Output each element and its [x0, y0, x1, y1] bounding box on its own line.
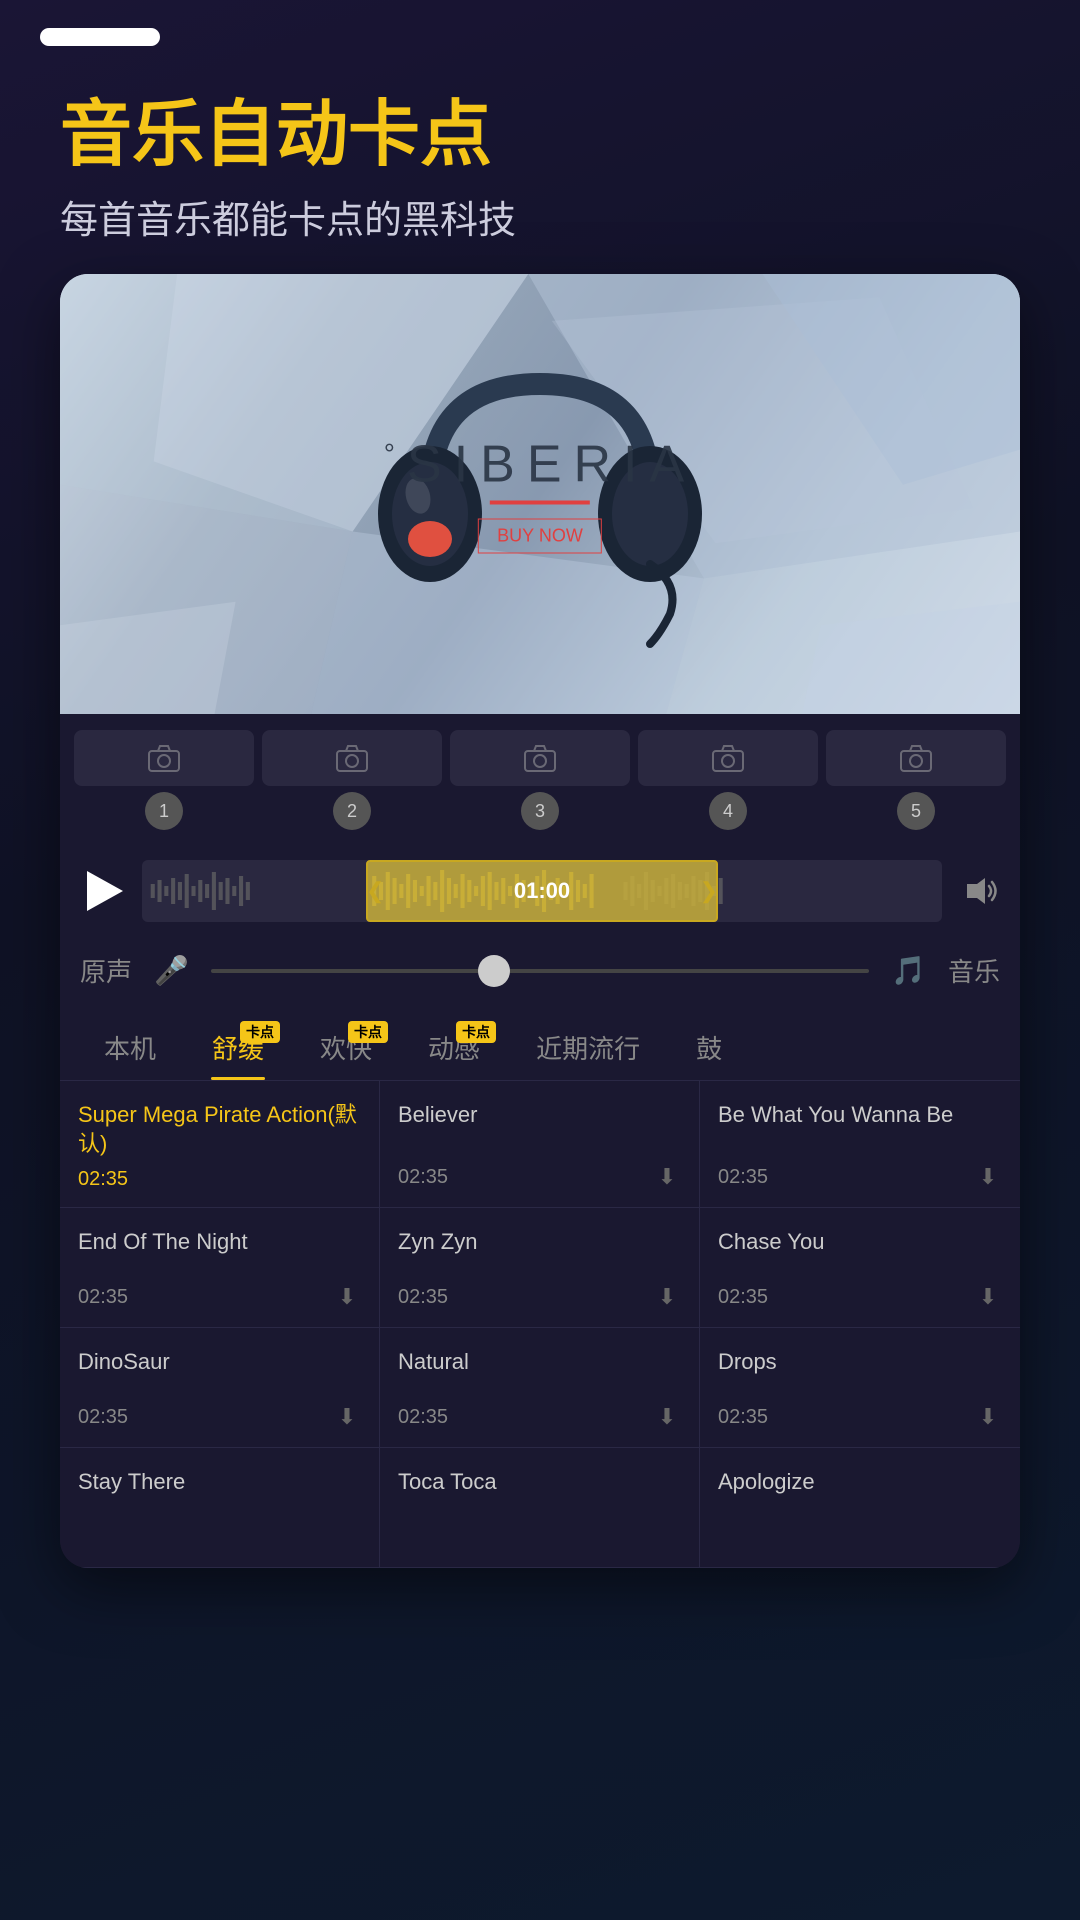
thumb-item-3[interactable]: 3	[450, 730, 630, 830]
song-cell-2[interactable]: Believer 02:35 ⬇	[380, 1081, 700, 1208]
tab-badge-gentle: 卡点	[240, 1021, 280, 1043]
tab-happy[interactable]: 欢快 卡点	[292, 1019, 400, 1080]
slider-thumb[interactable]	[478, 955, 510, 987]
tabs-row: 本机 舒缓 卡点 欢快 卡点 动感 卡点 近期流行 鼓	[60, 1005, 1020, 1081]
thumb-item-4[interactable]: 4	[638, 730, 818, 830]
song-meta-4: 02:35 ⬇	[78, 1283, 361, 1311]
song-cell-8[interactable]: Natural 02:35 ⬇	[380, 1328, 700, 1448]
thumb-num-4: 4	[709, 792, 747, 830]
download-icon-7[interactable]: ⬇	[333, 1403, 361, 1431]
sub-title: 每首音乐都能卡点的黑科技	[60, 189, 1020, 244]
mic-icon: 🎤	[154, 954, 189, 987]
song-cell-10[interactable]: Stay There	[60, 1448, 380, 1568]
song-name-7: DinoSaur	[78, 1348, 361, 1393]
tab-dynamic[interactable]: 动感 卡点	[400, 1019, 508, 1080]
song-cell-9[interactable]: Drops 02:35 ⬇	[700, 1328, 1020, 1448]
thumbnails-row: 1 2 3	[60, 714, 1020, 846]
tab-drum[interactable]: 鼓	[668, 1019, 750, 1080]
song-name-8: Natural	[398, 1348, 681, 1393]
note-icon: 🎵	[891, 954, 926, 987]
song-name-11: Toca Toca	[398, 1468, 681, 1541]
song-meta-6: 02:35 ⬇	[718, 1283, 1002, 1311]
song-cell-1[interactable]: Super Mega Pirate Action(默认) 02:35	[60, 1081, 380, 1208]
song-meta-2: 02:35 ⬇	[398, 1163, 681, 1191]
play-icon	[87, 871, 123, 911]
volume-button[interactable]	[956, 867, 1004, 915]
song-name-5: Zyn Zyn	[398, 1228, 681, 1273]
waveform-selection[interactable]: 01:00	[366, 860, 718, 922]
song-cell-12[interactable]: Apologize	[700, 1448, 1020, 1568]
tab-recent[interactable]: 近期流行	[508, 1019, 668, 1080]
song-meta-1: 02:35	[78, 1168, 361, 1191]
song-name-12: Apologize	[718, 1468, 1002, 1541]
music-label: 音乐	[948, 952, 1000, 989]
song-duration-8: 02:35	[398, 1406, 448, 1429]
song-meta-8: 02:35 ⬇	[398, 1403, 681, 1431]
song-meta-5: 02:35 ⬇	[398, 1283, 681, 1311]
tab-local[interactable]: 本机	[76, 1019, 184, 1080]
status-bar	[0, 0, 1080, 56]
buy-now-button[interactable]: BUY NOW	[478, 519, 602, 554]
song-duration-5: 02:35	[398, 1286, 448, 1309]
song-duration-4: 02:35	[78, 1286, 128, 1309]
song-cell-3[interactable]: Be What You Wanna Be 02:35 ⬇	[700, 1081, 1020, 1208]
download-icon-6[interactable]: ⬇	[974, 1283, 1002, 1311]
song-name-3: Be What You Wanna Be	[718, 1101, 1002, 1153]
song-cell-7[interactable]: DinoSaur 02:35 ⬇	[60, 1328, 380, 1448]
song-duration-1: 02:35	[78, 1168, 128, 1191]
player-row: 01:00	[60, 846, 1020, 936]
song-cell-5[interactable]: Zyn Zyn 02:35 ⬇	[380, 1208, 700, 1328]
brand-name: °SIBERIA	[384, 435, 696, 495]
song-duration-3: 02:35	[718, 1166, 768, 1189]
song-grid: Super Mega Pirate Action(默认) 02:35 Belie…	[60, 1081, 1020, 1568]
song-meta-7: 02:35 ⬇	[78, 1403, 361, 1431]
brand-overlay: °SIBERIA BUY NOW	[384, 435, 696, 554]
song-meta-9: 02:35 ⬇	[718, 1403, 1002, 1431]
time-display: 01:00	[514, 878, 570, 904]
thumb-num-5: 5	[897, 792, 935, 830]
thumb-item-5[interactable]: 5	[826, 730, 1006, 830]
download-icon-4[interactable]: ⬇	[333, 1283, 361, 1311]
song-name-10: Stay There	[78, 1468, 361, 1541]
song-name-2: Believer	[398, 1101, 681, 1153]
tab-gentle[interactable]: 舒缓 卡点	[184, 1019, 292, 1080]
download-icon-3[interactable]: ⬇	[974, 1163, 1002, 1191]
song-name-1: Super Mega Pirate Action(默认)	[78, 1101, 361, 1158]
song-meta-3: 02:35 ⬇	[718, 1163, 1002, 1191]
song-duration-9: 02:35	[718, 1406, 768, 1429]
song-name-4: End Of The Night	[78, 1228, 361, 1273]
hero-image: °SIBERIA BUY NOW	[60, 274, 1020, 714]
thumb-item-1[interactable]: 1	[74, 730, 254, 830]
main-card: °SIBERIA BUY NOW 1	[60, 274, 1020, 1568]
status-pill	[40, 28, 160, 46]
song-name-6: Chase You	[718, 1228, 1002, 1273]
play-button[interactable]	[76, 865, 128, 917]
song-name-9: Drops	[718, 1348, 1002, 1393]
brand-underline	[490, 501, 590, 505]
voice-music-slider[interactable]	[211, 969, 869, 973]
header-section: 音乐自动卡点 每首音乐都能卡点的黑科技	[0, 56, 1080, 274]
download-icon-2[interactable]: ⬇	[653, 1163, 681, 1191]
waveform-container[interactable]: 01:00	[142, 860, 942, 922]
song-duration-6: 02:35	[718, 1286, 768, 1309]
thumb-num-3: 3	[521, 792, 559, 830]
song-duration-7: 02:35	[78, 1406, 128, 1429]
download-icon-5[interactable]: ⬇	[653, 1283, 681, 1311]
thumb-num-2: 2	[333, 792, 371, 830]
download-icon-8[interactable]: ⬇	[653, 1403, 681, 1431]
voice-label: 原声	[80, 952, 132, 989]
main-title: 音乐自动卡点	[60, 96, 1020, 175]
thumb-item-2[interactable]: 2	[262, 730, 442, 830]
song-cell-4[interactable]: End Of The Night 02:35 ⬇	[60, 1208, 380, 1328]
thumb-num-1: 1	[145, 792, 183, 830]
voice-music-row: 原声 🎤 🎵 音乐	[60, 936, 1020, 1005]
tab-badge-happy: 卡点	[348, 1021, 388, 1043]
song-duration-2: 02:35	[398, 1166, 448, 1189]
song-cell-11[interactable]: Toca Toca	[380, 1448, 700, 1568]
tab-badge-dynamic: 卡点	[456, 1021, 496, 1043]
download-icon-9[interactable]: ⬇	[974, 1403, 1002, 1431]
song-cell-6[interactable]: Chase You 02:35 ⬇	[700, 1208, 1020, 1328]
